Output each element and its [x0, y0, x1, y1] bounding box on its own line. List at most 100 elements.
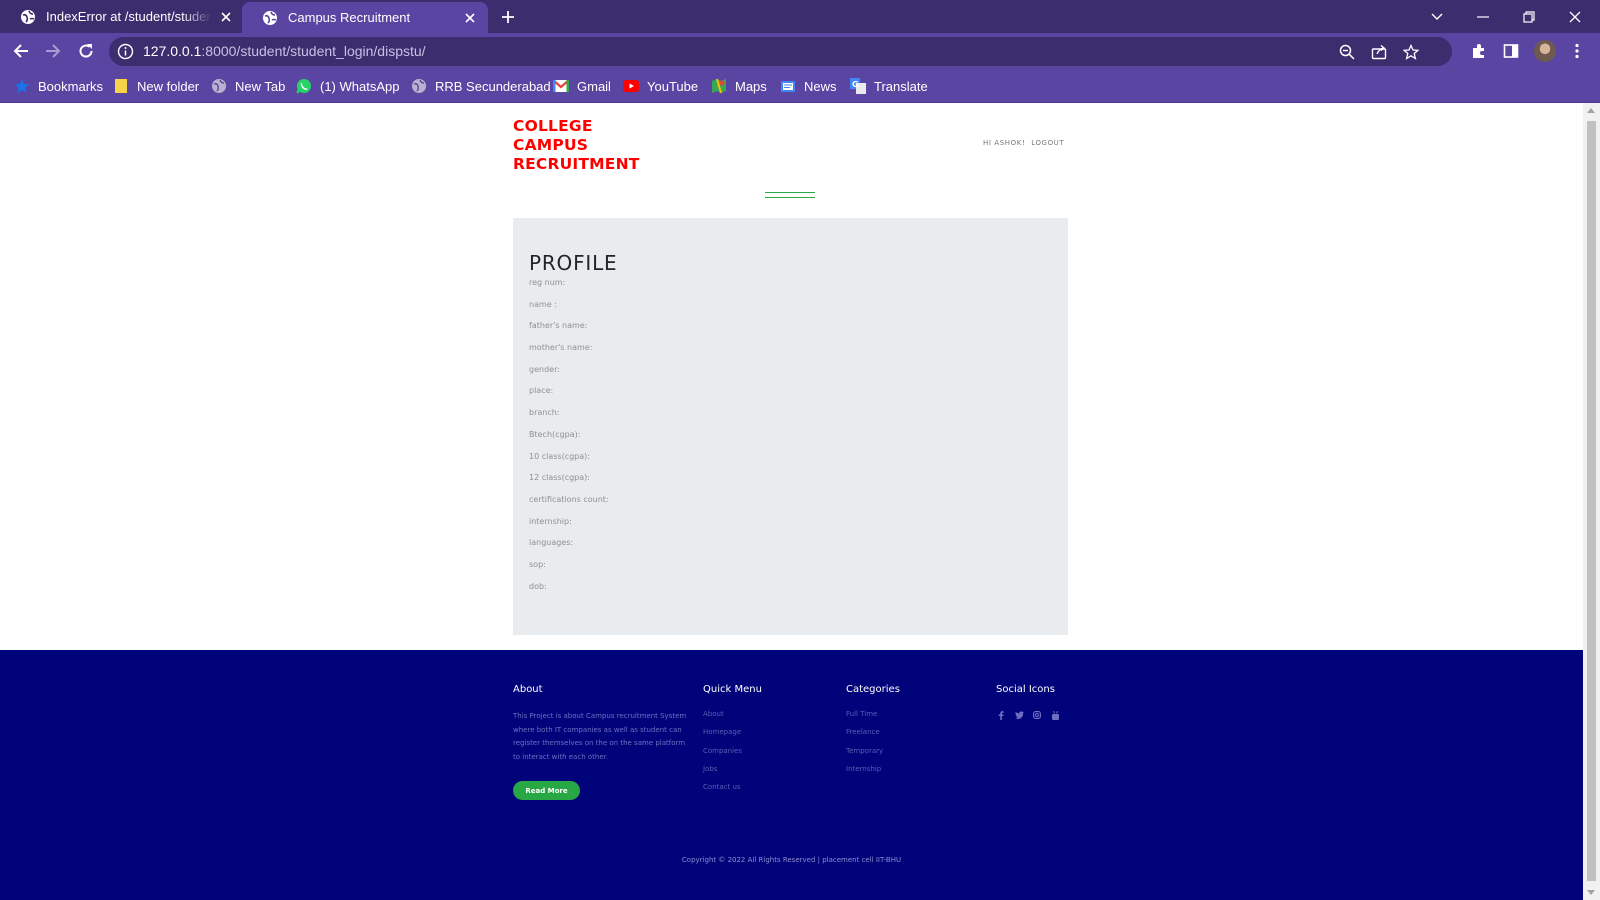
- close-tab-icon[interactable]: [218, 9, 234, 25]
- footer-link-about[interactable]: About: [703, 710, 762, 728]
- about-text: This Project is about Campus recruitment…: [513, 712, 687, 761]
- close-icon: [1569, 11, 1581, 22]
- bookmark-label: New folder: [137, 78, 200, 94]
- maps-icon: [711, 78, 727, 94]
- plus-icon: [502, 11, 514, 23]
- close-tab-icon[interactable]: [462, 10, 478, 26]
- logout-link[interactable]: LOGOUT: [1031, 139, 1064, 147]
- whatsapp-icon: [296, 78, 312, 94]
- bookmark-item[interactable]: Bookmarks: [14, 77, 103, 95]
- footer-heading: Social Icons: [996, 684, 1055, 695]
- read-more-button[interactable]: Read More: [513, 781, 580, 800]
- news-icon: [780, 78, 796, 94]
- scroll-up-icon[interactable]: [1587, 108, 1595, 113]
- brand-line: RECRUITMENT: [513, 155, 640, 173]
- field-languages: languages:: [529, 538, 574, 548]
- share-icon[interactable]: [1369, 42, 1389, 62]
- tab-strip: IndexError at /student/student_lo Campus…: [0, 0, 1600, 33]
- side-panel-button[interactable]: [1500, 40, 1522, 62]
- browser-toolbar: 127.0.0.1:8000/student/student_login/dis…: [0, 33, 1600, 69]
- page-scrollbar[interactable]: [1583, 103, 1600, 900]
- footer-social: Social Icons: [996, 684, 1060, 720]
- back-button[interactable]: [8, 38, 34, 64]
- bookmark-item[interactable]: Gmail: [553, 77, 611, 95]
- field-internship: internship:: [529, 516, 572, 526]
- bookmark-item[interactable]: Maps: [711, 77, 767, 95]
- footer-heading: Categories: [846, 684, 900, 695]
- side-panel-icon: [1503, 44, 1519, 58]
- bookmark-label: Translate: [874, 78, 928, 94]
- globe-icon: [262, 10, 278, 26]
- footer-link-companies[interactable]: Companies: [703, 747, 762, 765]
- footer-quick-menu: Quick Menu About Homepage Companies Jobs…: [703, 684, 762, 801]
- footer-link-internship[interactable]: Internship: [846, 765, 900, 783]
- site-logo[interactable]: COLLEGE CAMPUS RECRUITMENT: [513, 117, 663, 174]
- footer-link-jobs[interactable]: Jobs: [703, 765, 762, 783]
- bookmark-item[interactable]: New folder: [113, 77, 199, 95]
- scroll-down-icon[interactable]: [1587, 890, 1595, 895]
- profile-card: PROFILE reg num: name : father's name: m…: [513, 218, 1068, 635]
- scroll-thumb[interactable]: [1587, 121, 1596, 881]
- address-bar[interactable]: 127.0.0.1:8000/student/student_login/dis…: [109, 37, 1452, 66]
- minimize-button[interactable]: [1460, 0, 1506, 33]
- footer-link-homepage[interactable]: Homepage: [703, 728, 762, 746]
- globe-icon: [411, 78, 427, 94]
- tab-title: IndexError at /student/student_lo: [46, 9, 212, 24]
- field-gender: gender:: [529, 364, 560, 374]
- youtube-icon: [623, 78, 639, 94]
- twitter-icon[interactable]: [1014, 710, 1024, 720]
- bookmark-label: News: [804, 78, 837, 94]
- bookmark-item[interactable]: RRB Secunderabad: [411, 77, 551, 95]
- footer-about: About This Project is about Campus recru…: [513, 684, 688, 764]
- footer-link-freelance[interactable]: Freelance: [846, 728, 900, 746]
- copyright-text: Copyright © 2022 All Rights Reserved | p…: [681, 856, 902, 864]
- site-footer: About This Project is about Campus recru…: [0, 650, 1583, 900]
- tab-indexerror[interactable]: IndexError at /student/student_lo: [0, 0, 244, 33]
- chevron-down-icon: [1431, 13, 1443, 20]
- bookmark-item[interactable]: G Translate: [850, 77, 928, 95]
- field-certifications-count: certifications count:: [529, 494, 609, 504]
- restore-button[interactable]: [1506, 0, 1552, 33]
- footer-heading: Quick Menu: [703, 684, 762, 695]
- page-viewport: COLLEGE CAMPUS RECRUITMENT HI ASHOK! LOG…: [0, 103, 1583, 900]
- menu-button[interactable]: [1566, 40, 1588, 62]
- footer-link-temporary[interactable]: Temporary: [846, 747, 900, 765]
- bookmark-item[interactable]: New Tab: [211, 77, 285, 95]
- star-icon: [14, 78, 30, 94]
- user-greeting: HI ASHOK!: [983, 139, 1026, 147]
- youtube-icon[interactable]: [1050, 710, 1060, 720]
- bookmark-star-icon[interactable]: [1401, 42, 1421, 62]
- tab-search-button[interactable]: [1414, 0, 1460, 33]
- facebook-icon[interactable]: [996, 710, 1006, 720]
- reload-button[interactable]: [73, 38, 99, 64]
- bookmark-label: Gmail: [577, 78, 611, 94]
- new-tab-button[interactable]: [498, 7, 518, 27]
- footer-categories: Categories Full Time Freelance Temporary…: [846, 684, 900, 783]
- section-divider: [765, 192, 815, 198]
- gmail-icon: [553, 78, 569, 94]
- bookmark-label: New Tab: [235, 78, 286, 94]
- tab-campus-recruitment[interactable]: Campus Recruitment: [242, 2, 488, 33]
- avatar[interactable]: [1534, 40, 1556, 62]
- close-window-button[interactable]: [1552, 0, 1598, 33]
- extensions-button[interactable]: [1468, 40, 1490, 62]
- bookmark-label: Maps: [735, 78, 767, 94]
- user-nav: HI ASHOK! LOGOUT: [983, 139, 1067, 147]
- field-mothers-name: mother's name:: [529, 343, 593, 353]
- url-text[interactable]: 127.0.0.1:8000/student/student_login/dis…: [143, 43, 426, 59]
- globe-icon: [211, 78, 227, 94]
- footer-link-contact[interactable]: Contact us: [703, 783, 762, 801]
- bookmark-item[interactable]: News: [780, 77, 837, 95]
- field-btech-cgpa: Btech(cgpa):: [529, 429, 581, 439]
- footer-link-full-time[interactable]: Full Time: [846, 710, 900, 728]
- bookmark-label: (1) WhatsApp: [320, 78, 400, 94]
- info-icon[interactable]: [117, 43, 134, 60]
- bookmark-label: YouTube: [647, 78, 699, 94]
- arrow-right-icon: [46, 44, 61, 58]
- bookmark-item[interactable]: (1) WhatsApp: [296, 77, 399, 95]
- bookmark-item[interactable]: YouTube: [623, 77, 698, 95]
- field-12-class-cgpa: 12 class(cgpa):: [529, 473, 590, 483]
- forward-button[interactable]: [40, 38, 66, 64]
- zoom-icon[interactable]: [1337, 42, 1357, 62]
- instagram-icon[interactable]: [1032, 710, 1042, 720]
